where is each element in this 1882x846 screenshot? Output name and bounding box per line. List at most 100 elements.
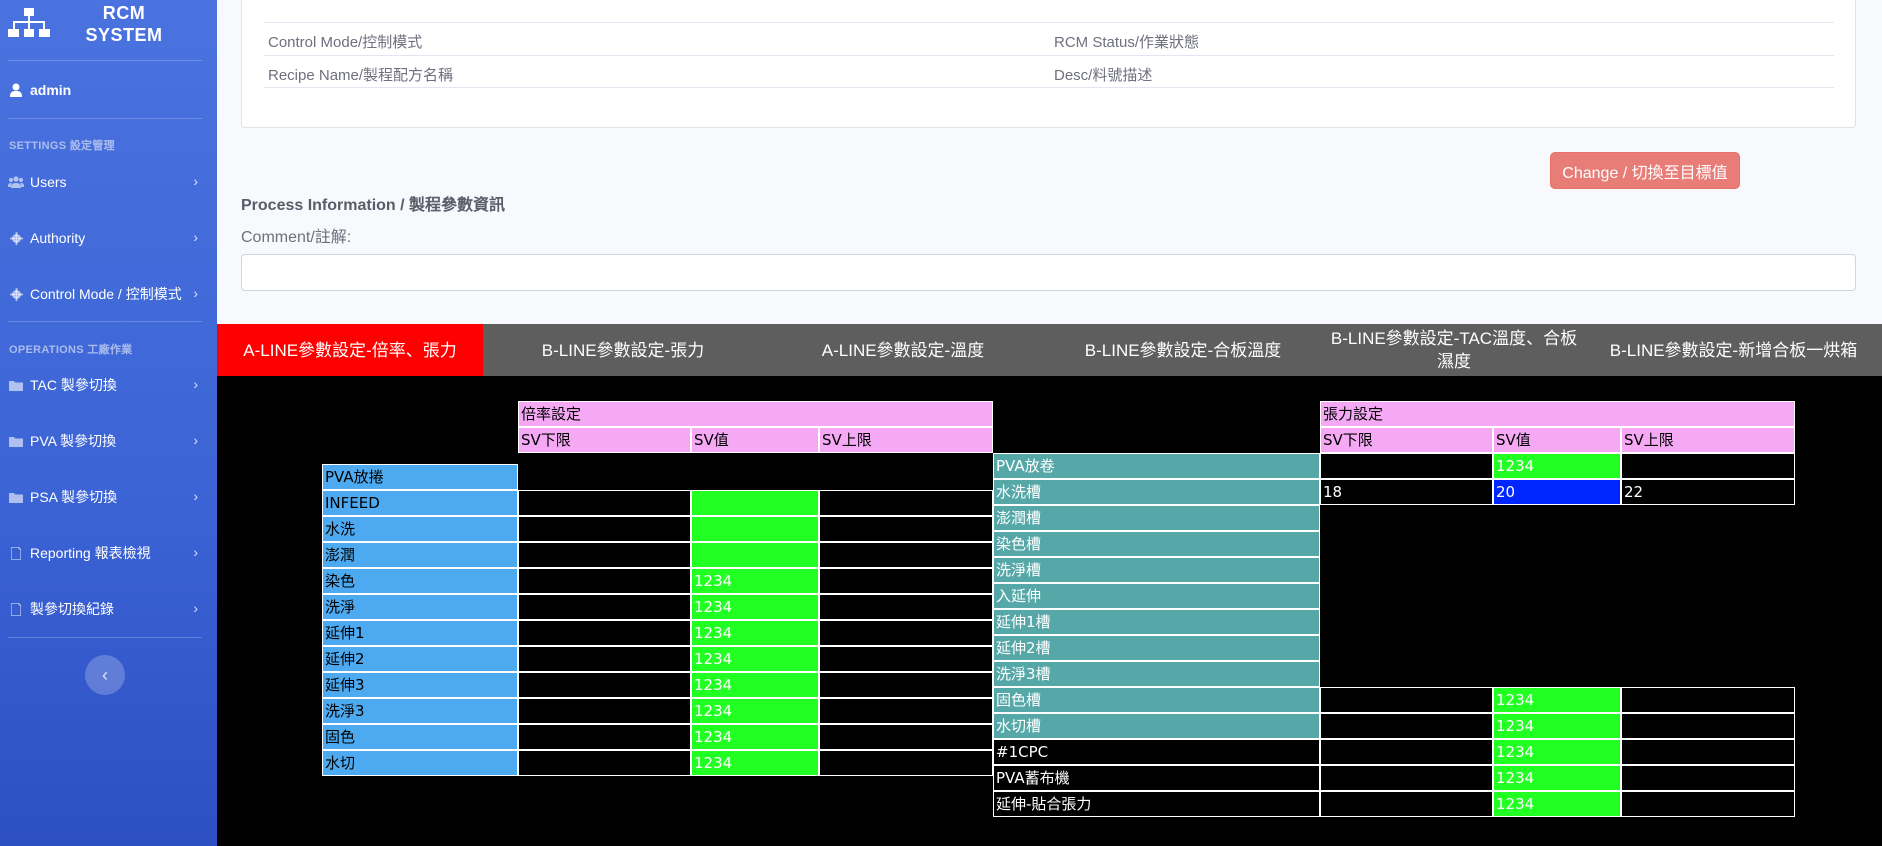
tension-sv-high-cell[interactable] xyxy=(1621,687,1795,713)
ratio-sv-high-cell[interactable] xyxy=(819,568,993,594)
brand[interactable]: RCM SYSTEM xyxy=(0,0,217,60)
ratio-sv-low-cell[interactable] xyxy=(518,620,691,646)
sidebar-item-authority[interactable]: Authority › xyxy=(8,226,208,250)
tension-sv-low-cell[interactable] xyxy=(1320,713,1493,739)
ratio-sv-low-cell[interactable] xyxy=(518,724,691,750)
tension-row-name: 澎潤槽 xyxy=(993,505,1320,531)
ratio-sv-value-cell[interactable] xyxy=(691,516,819,542)
chevron-right-icon: › xyxy=(193,544,198,560)
sidebar-item-psa[interactable]: PSA 製參切換 › xyxy=(8,485,208,509)
info-row: Control Mode/控制模式 RCM Status/作業狀態 xyxy=(264,22,1834,55)
info-row: Recipe Name/製程配方名稱 Desc/料號描述 xyxy=(264,55,1834,88)
ratio-sv-high-cell[interactable] xyxy=(819,620,993,646)
sidebar-item-tac[interactable]: TAC 製參切換 › xyxy=(8,373,208,397)
folder-icon xyxy=(8,378,24,392)
ratio-sv-high-cell[interactable] xyxy=(819,646,993,672)
tension-sv-high-cell[interactable] xyxy=(1621,765,1795,791)
brand-line1: RCM xyxy=(102,3,146,23)
chevron-right-icon: › xyxy=(193,376,198,392)
tension-sv-value-cell[interactable]: 1234 xyxy=(1493,739,1621,765)
ratio-row-name: 水切 xyxy=(322,750,518,776)
tension-sv-value-cell[interactable]: 1234 xyxy=(1493,765,1621,791)
ratio-sv-value-cell[interactable]: 1234 xyxy=(691,724,819,750)
ratio-sv-high-cell[interactable] xyxy=(819,724,993,750)
tab-b-line-tension[interactable]: B-LINE參數設定-張力 xyxy=(483,324,763,376)
tension-row-name: 延伸2槽 xyxy=(993,635,1320,661)
tension-table-header: SV下限 xyxy=(1320,427,1493,453)
folder-icon xyxy=(8,490,24,504)
sidebar-item-reporting[interactable]: Reporting 報表檢視 › xyxy=(8,541,208,565)
ratio-row-name: 延伸1 xyxy=(322,620,518,646)
brand-line2: SYSTEM xyxy=(85,25,163,45)
ratio-sv-high-cell[interactable] xyxy=(819,490,993,516)
tension-sv-low-cell[interactable] xyxy=(1320,739,1493,765)
section-operations: OPERATIONS 工廠作業 xyxy=(9,344,133,356)
comment-input[interactable] xyxy=(241,254,1856,291)
tension-sv-value-cell[interactable]: 20 xyxy=(1493,479,1621,505)
tension-row-name: 延伸1槽 xyxy=(993,609,1320,635)
ratio-sv-low-cell[interactable] xyxy=(518,646,691,672)
ratio-sv-low-cell[interactable] xyxy=(518,594,691,620)
tab-b-line-laminate-temperature[interactable]: B-LINE參數設定-合板溫度 xyxy=(1043,324,1323,376)
ratio-sv-value-cell[interactable]: 1234 xyxy=(691,698,819,724)
ratio-sv-high-cell[interactable] xyxy=(819,750,993,776)
rcm-status-label: RCM Status/作業狀態 xyxy=(1054,34,1200,51)
sidebar-item-label: 製參切換紀錄 xyxy=(30,601,114,617)
ratio-sv-value-cell[interactable]: 1234 xyxy=(691,646,819,672)
ratio-row-name: 染色 xyxy=(322,568,518,594)
tension-sv-low-cell[interactable] xyxy=(1320,765,1493,791)
ratio-sv-value-cell[interactable]: 1234 xyxy=(691,672,819,698)
chevron-right-icon: › xyxy=(193,600,198,616)
change-target-button[interactable]: Change / 切換至目標值 xyxy=(1550,152,1740,189)
tension-sv-low-cell[interactable]: 18 xyxy=(1320,479,1493,505)
tension-sv-value-cell[interactable]: 1234 xyxy=(1493,687,1621,713)
sidebar-item-switch-log[interactable]: 製參切換紀錄 › xyxy=(8,597,208,621)
tension-sv-low-cell[interactable] xyxy=(1320,791,1493,817)
tab-b-line-tac-temperature-humidity[interactable]: B-LINE參數設定-TAC溫度、合板 濕度 xyxy=(1323,324,1585,376)
tension-sv-value-cell[interactable]: 1234 xyxy=(1493,791,1621,817)
user-profile[interactable]: admin xyxy=(10,80,71,100)
tension-sv-low-cell[interactable] xyxy=(1320,453,1493,479)
ratio-sv-value-cell[interactable] xyxy=(691,490,819,516)
ratio-sv-low-cell[interactable] xyxy=(518,568,691,594)
gear-icon xyxy=(8,231,24,245)
ratio-sv-low-cell[interactable] xyxy=(518,698,691,724)
tension-row-name: 染色槽 xyxy=(993,531,1320,557)
tension-sv-high-cell[interactable] xyxy=(1621,453,1795,479)
ratio-sv-high-cell[interactable] xyxy=(819,516,993,542)
ratio-sv-high-cell[interactable] xyxy=(819,698,993,724)
chevron-right-icon: › xyxy=(193,488,198,504)
ratio-sv-value-cell[interactable] xyxy=(691,542,819,568)
ratio-sv-high-cell[interactable] xyxy=(819,594,993,620)
user-icon xyxy=(10,83,22,97)
tab-b-line-new-laminate-oven[interactable]: B-LINE參數設定-新增合板一烘箱 xyxy=(1585,324,1882,376)
ratio-sv-low-cell[interactable] xyxy=(518,672,691,698)
sidebar-item-users[interactable]: Users › xyxy=(8,170,208,194)
tension-sv-value-cell[interactable]: 1234 xyxy=(1493,713,1621,739)
tension-sv-value-cell[interactable]: 1234 xyxy=(1493,453,1621,479)
sidebar-item-control-mode[interactable]: Control Mode / 控制模式 › xyxy=(8,282,208,306)
ratio-row-name: 澎潤 xyxy=(322,542,518,568)
ratio-sv-low-cell[interactable] xyxy=(518,490,691,516)
ratio-table-header: SV值 xyxy=(691,427,819,453)
tension-sv-high-cell[interactable]: 22 xyxy=(1621,479,1795,505)
ratio-sv-value-cell[interactable]: 1234 xyxy=(691,750,819,776)
tension-sv-high-cell[interactable] xyxy=(1621,791,1795,817)
ratio-sv-value-cell[interactable]: 1234 xyxy=(691,568,819,594)
sidebar-item-pva[interactable]: PVA 製參切換 › xyxy=(8,429,208,453)
gear-icon xyxy=(8,287,24,301)
ratio-sv-value-cell[interactable]: 1234 xyxy=(691,620,819,646)
recipe-info-card: Control Mode/控制模式 RCM Status/作業狀態 Recipe… xyxy=(241,0,1856,128)
ratio-sv-high-cell[interactable] xyxy=(819,672,993,698)
tension-sv-high-cell[interactable] xyxy=(1621,713,1795,739)
tension-sv-low-cell[interactable] xyxy=(1320,687,1493,713)
ratio-sv-value-cell[interactable]: 1234 xyxy=(691,594,819,620)
ratio-sv-low-cell[interactable] xyxy=(518,750,691,776)
tension-sv-high-cell[interactable] xyxy=(1621,739,1795,765)
ratio-sv-low-cell[interactable] xyxy=(518,516,691,542)
sidebar-toggle-button[interactable]: ‹ xyxy=(85,655,125,695)
ratio-sv-low-cell[interactable] xyxy=(518,542,691,568)
tab-a-line-temperature[interactable]: A-LINE參數設定-溫度 xyxy=(763,324,1043,376)
ratio-sv-high-cell[interactable] xyxy=(819,542,993,568)
tab-a-line-ratio-tension[interactable]: A-LINE參數設定-倍率、張力 xyxy=(217,324,483,376)
